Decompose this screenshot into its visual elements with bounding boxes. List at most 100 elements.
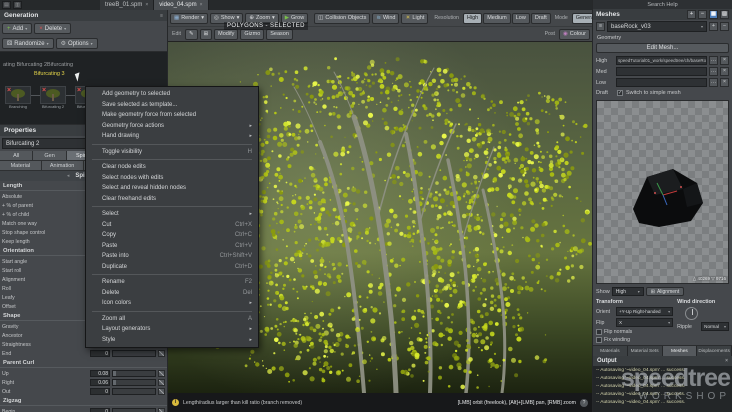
context-menu-item-hand-drawing[interactable]: Hand drawing ▸ (86, 131, 258, 142)
selected-node-label[interactable]: Bifurcating 3 (34, 71, 65, 77)
add-collection-icon[interactable]: + (709, 22, 718, 31)
clear-button[interactable]: × (720, 56, 729, 65)
context-menu-item-cut[interactable]: Cut Ctrl+X (86, 220, 258, 231)
remove-mesh-icon[interactable]: − (698, 10, 707, 19)
property-value-field[interactable]: 0 (90, 388, 110, 395)
mesh-path-field[interactable] (616, 78, 707, 87)
list-icon[interactable]: ≡ (596, 22, 605, 31)
tab-gen[interactable]: Gen (33, 151, 67, 161)
asset-tab-displacements[interactable]: Displacements (697, 346, 732, 356)
context-menu-item-icon-colors[interactable]: Icon colors ▸ (86, 298, 258, 309)
panel-options-icon[interactable]: ▨ (720, 10, 729, 19)
add-mesh-icon[interactable]: + (687, 10, 696, 19)
context-menu-item-select-and-reveal-hidden-nodes[interactable]: Select and reveal hidden nodes (86, 183, 258, 194)
context-menu-item-save-selected-as-template-[interactable]: Save selected as template... (86, 100, 258, 111)
edit-season-button[interactable]: Season (266, 28, 293, 40)
tab-close-icon[interactable]: × (200, 2, 203, 8)
context-menu-item-paste[interactable]: Paste Ctrl+V (86, 241, 258, 252)
close-icon[interactable]: × (725, 358, 728, 364)
orient-dropdown[interactable]: +Y-Up Right-handed ▾ (616, 307, 674, 316)
edit-modify-button[interactable]: Modify (214, 28, 239, 40)
browse-button[interactable]: … (709, 56, 718, 65)
wind-direction-widget[interactable] (685, 307, 699, 320)
property-value-field[interactable]: 0.08 (90, 370, 110, 377)
context-menu-item-make-geometry-force-from-selected[interactable]: Make geometry force from selected (86, 110, 258, 121)
alignment-toggle-button[interactable]: ⊞ Alignment (645, 287, 685, 296)
context-menu-item-paste-into[interactable]: Paste into Ctrl+Shift+V (86, 251, 258, 262)
generator-node-bifurcating-2[interactable]: × Bifurcating 2 (40, 86, 66, 109)
asset-tab-meshes[interactable]: Meshes (662, 346, 698, 356)
help-icon[interactable]: ? (580, 398, 588, 407)
property-value-field[interactable]: 0 (90, 350, 110, 357)
context-menu-item-duplicate[interactable]: Duplicate Ctrl+D (86, 262, 258, 273)
search-help-bar[interactable]: Search Help (593, 0, 732, 9)
edit-pencil-button[interactable]: ✎ (184, 28, 198, 40)
context-menu-item-rename[interactable]: Rename F2 (86, 277, 258, 288)
render-button[interactable]: ▦ Render ▾ (170, 12, 209, 24)
curve-button[interactable] (158, 350, 165, 357)
property-value-field[interactable]: 0.06 (90, 379, 110, 386)
property-slider[interactable] (112, 350, 156, 357)
light-button[interactable]: ☀ Light (401, 12, 429, 24)
curve-button[interactable] (158, 370, 165, 377)
tab-material[interactable]: Material (0, 161, 42, 171)
context-menu-item-add-geometry-to-selected[interactable]: Add geometry to selected (86, 89, 258, 100)
browse-button[interactable]: … (709, 78, 718, 87)
context-menu-item-clear-node-edits[interactable]: Clear node edits (86, 162, 258, 173)
generator-node-branching[interactable]: × Branching (5, 86, 31, 109)
tab-close-icon[interactable]: × (145, 2, 148, 8)
resolution-medium-button[interactable]: Medium (483, 12, 511, 24)
document-tab-treeb-01-spm[interactable]: treeB_01.spm × (100, 0, 155, 10)
mesh-preview[interactable]: △ 40269 ▽ 9716 (596, 100, 729, 284)
context-menu-item-delete[interactable]: Delete Del (86, 288, 258, 299)
property-slider[interactable] (112, 388, 156, 395)
clear-button[interactable]: × (720, 78, 729, 87)
edit-grid-button[interactable]: ⊞ (199, 28, 213, 40)
context-menu-item-copy[interactable]: Copy Ctrl+C (86, 230, 258, 241)
edit-mesh-button[interactable]: Edit Mesh... (596, 43, 729, 53)
context-menu-item-select[interactable]: Select ▸ (86, 209, 258, 220)
mesh-path-field[interactable] (616, 67, 707, 76)
add-generator-button[interactable]: + Add ▾ (2, 23, 33, 34)
window-layout-icon[interactable]: ▤ (2, 1, 11, 9)
property-slider[interactable] (112, 408, 156, 412)
context-menu-item-select-nodes-with-edits[interactable]: Select nodes with edits (86, 173, 258, 184)
window-split-icon[interactable]: ▥ (13, 1, 22, 9)
collision-objects-button[interactable]: ◫ Collision Objects (314, 12, 371, 24)
flip-normals-checkbox[interactable] (596, 329, 602, 335)
curve-button[interactable] (158, 408, 165, 412)
property-slider[interactable] (112, 379, 156, 386)
randomize-button[interactable]: ⚄ Randomize ▾ (2, 38, 54, 49)
context-menu-item-style[interactable]: Style ▸ (86, 335, 258, 346)
context-menu-item-zoom-all[interactable]: Zoom all A (86, 314, 258, 325)
resolution-low-button[interactable]: Low (511, 12, 530, 24)
mesh-path-field[interactable]: speedTutorial01_work/speedtree/ch/baseRo… (616, 56, 707, 65)
context-menu-item-toggle-visibility[interactable]: Toggle visibility H (86, 147, 258, 158)
fix-winding-checkbox[interactable] (596, 337, 602, 343)
colour-button[interactable]: ◉ Colour (558, 28, 590, 40)
tab-animation[interactable]: Animation (41, 161, 84, 171)
delete-generator-button[interactable]: × Delete ▾ (34, 23, 72, 34)
document-tab-video-04-spm[interactable]: video_04.spm × (154, 0, 209, 10)
tab-all[interactable]: All (0, 151, 34, 161)
remove-collection-icon[interactable]: − (720, 22, 729, 31)
curve-button[interactable] (158, 379, 165, 386)
curve-button[interactable] (158, 388, 165, 395)
mesh-library-icon[interactable]: ▦ (709, 10, 718, 19)
asset-tab-materials[interactable]: Materials (593, 346, 628, 356)
asset-tab-material-sets[interactable]: Material Sets (627, 346, 663, 356)
mode-generator-button[interactable]: Generator (571, 12, 592, 24)
flip-dropdown[interactable]: X ▾ (616, 318, 674, 327)
options-button[interactable]: ⚙ Options ▾ (55, 38, 98, 49)
browse-button[interactable]: … (709, 67, 718, 76)
simple-mesh-checkbox[interactable]: ✓ (617, 90, 623, 96)
mesh-collection-dropdown[interactable]: baseRock_v03 ▾ (607, 21, 707, 32)
wind-button[interactable]: ≋ Wind (372, 12, 400, 24)
context-menu-item-layout-generators[interactable]: Layout generators ▸ (86, 324, 258, 335)
property-slider[interactable] (112, 370, 156, 377)
clear-button[interactable]: × (720, 67, 729, 76)
context-menu-item-geometry-force-actions[interactable]: Geometry force actions ▸ (86, 121, 258, 132)
resolution-high-button[interactable]: High (462, 12, 483, 24)
context-menu-item-clear-freehand-edits[interactable]: Clear freehand edits (86, 194, 258, 205)
panel-menu-icon[interactable]: ≡ (160, 13, 163, 19)
